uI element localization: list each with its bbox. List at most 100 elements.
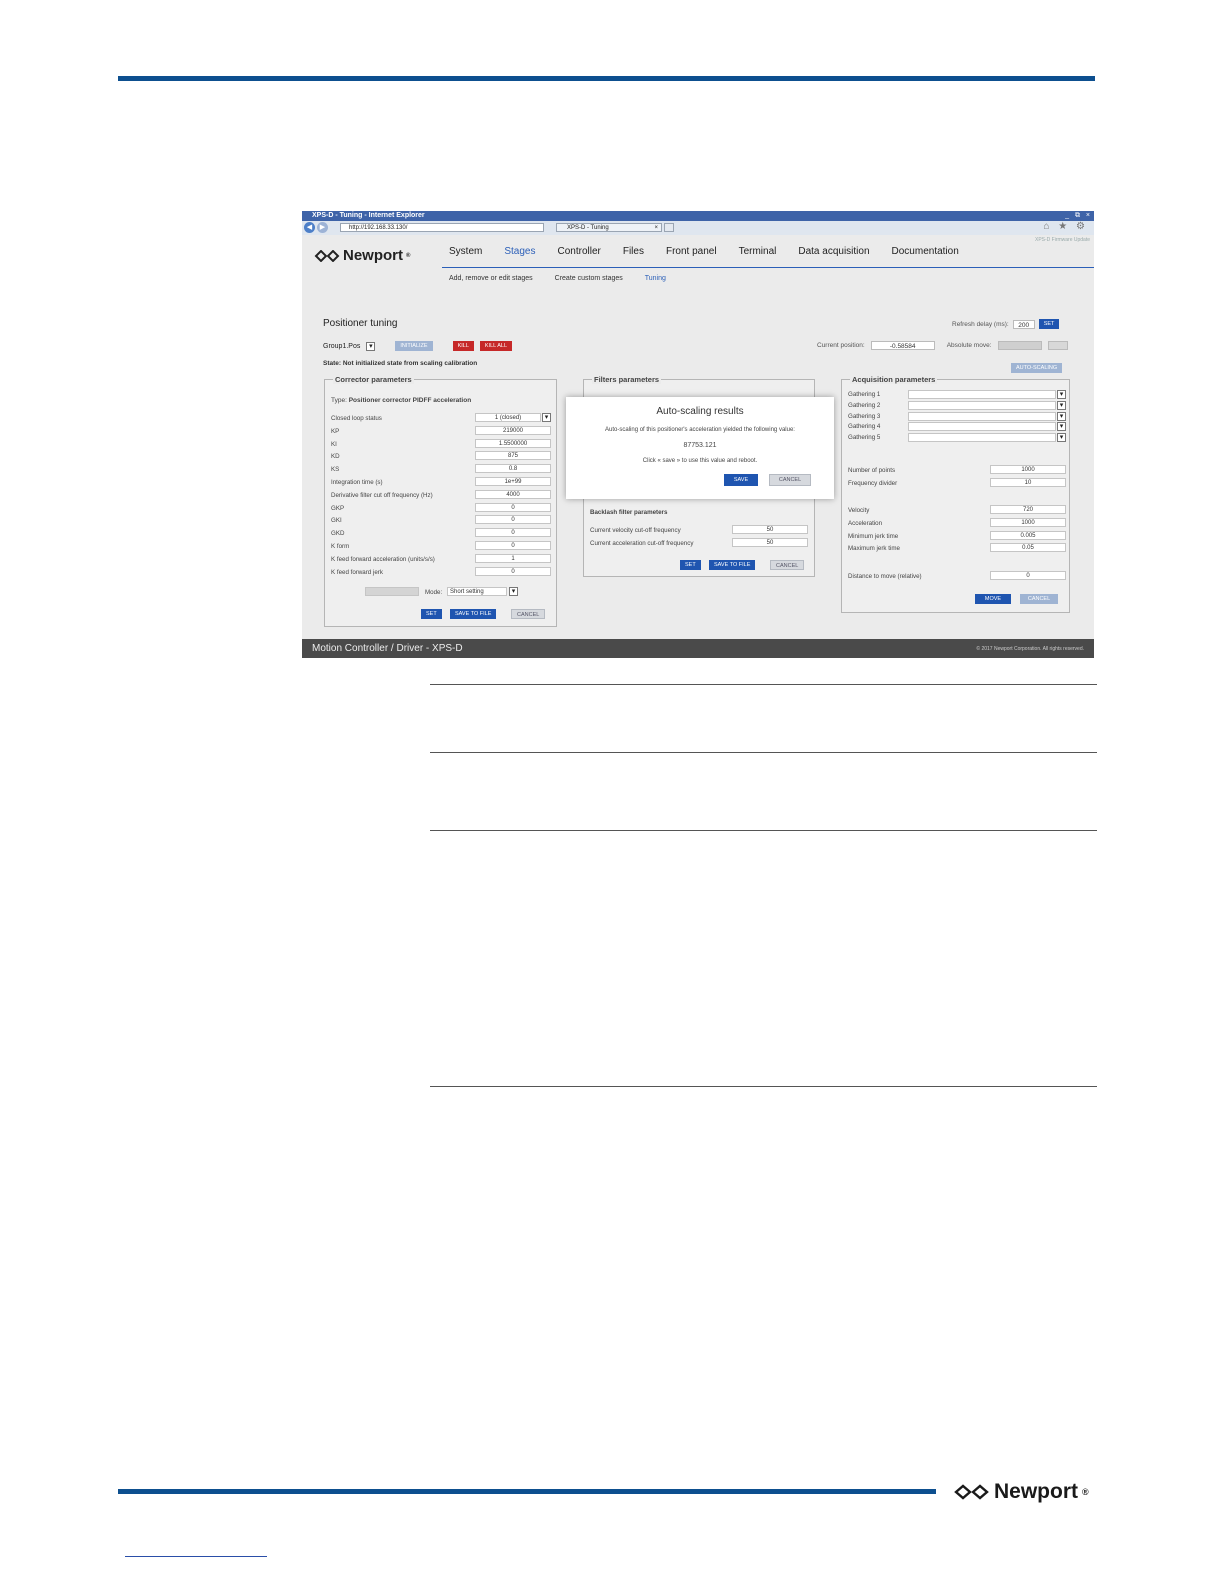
app-header: Newport ® XPS-D Firmware Update System St… xyxy=(302,235,1094,289)
acquisition-row-label: Number of points xyxy=(848,467,896,474)
nav-system[interactable]: System xyxy=(449,246,482,257)
corrector-row-input[interactable]: 4000 xyxy=(475,489,551,499)
tab-close-icon[interactable]: × xyxy=(654,224,658,233)
move-button[interactable]: MOVE xyxy=(975,594,1011,604)
chevron-down-icon[interactable]: ▾ xyxy=(542,413,551,422)
corrector-row-input[interactable]: 0 xyxy=(475,566,551,576)
filters-set-button[interactable]: SET xyxy=(680,560,701,570)
nav-documentation[interactable]: Documentation xyxy=(892,246,959,257)
corrector-row-input[interactable]: 1 xyxy=(475,553,551,563)
acquisition-row-input[interactable]: 720 xyxy=(990,505,1066,514)
corrector-row-input[interactable]: 1 (closed) xyxy=(475,413,541,422)
gathering-select[interactable] xyxy=(908,411,1056,421)
forward-icon[interactable]: ▶ xyxy=(317,222,328,233)
acquisition-row-input[interactable]: 0.05 xyxy=(990,543,1066,553)
gathering-select[interactable] xyxy=(908,400,1056,410)
corrector-row-input[interactable]: 875 xyxy=(475,451,551,461)
window-buttons[interactable]: _ ⧉ × xyxy=(1065,211,1092,221)
gathering-select[interactable] xyxy=(908,422,1056,432)
kill-all-button[interactable]: KILL ALL xyxy=(479,341,513,351)
acquisition-title: Acquisition parameters xyxy=(850,375,938,384)
refresh-input[interactable]: 200 xyxy=(1012,319,1035,329)
gathering-select[interactable] xyxy=(908,390,1056,399)
acquisition-row-input[interactable]: 0.005 xyxy=(990,530,1066,540)
back-icon[interactable]: ◀ xyxy=(304,222,315,233)
dialog-title: Auto-scaling results xyxy=(656,406,744,417)
initialize-button[interactable]: INITIALIZE xyxy=(395,341,433,351)
auto-scaling-button[interactable]: AUTO-SCALING xyxy=(1011,363,1063,373)
acceleration-cutoff-input[interactable]: 50 xyxy=(732,538,808,547)
filters-save-to-file-button[interactable]: SAVE TO FILE xyxy=(709,560,756,570)
nav-terminal[interactable]: Terminal xyxy=(739,246,777,257)
address-bar: ◀ ▶ http://192.168.33.130/ XPS-D - Tunin… xyxy=(302,221,1094,236)
absolute-move-input[interactable] xyxy=(997,341,1042,350)
new-tab-button[interactable] xyxy=(664,223,674,232)
table-rule xyxy=(430,1086,1097,1087)
acquisition-row-input[interactable]: 10 xyxy=(990,477,1066,487)
nav-data-acquisition[interactable]: Data acquisition xyxy=(798,246,869,257)
absolute-move-button[interactable] xyxy=(1047,341,1068,350)
acquisition-row-label: Frequency divider xyxy=(848,479,898,487)
corrector-title: Corrector parameters xyxy=(333,375,414,384)
nav-controller[interactable]: Controller xyxy=(557,246,600,257)
dialog-cancel-button[interactable]: CANCEL xyxy=(769,474,811,486)
gathering-select[interactable] xyxy=(908,433,1056,443)
filters-title: Filters parameters xyxy=(592,375,662,384)
velocity-cutoff-input[interactable]: 50 xyxy=(732,525,808,534)
url-input[interactable]: http://192.168.33.130/ xyxy=(340,223,544,232)
corrector-save-to-file-button[interactable]: SAVE TO FILE xyxy=(450,609,497,619)
dialog-save-button[interactable]: SAVE xyxy=(724,474,758,486)
nav-stages[interactable]: Stages xyxy=(504,246,535,257)
acquisition-cancel-button[interactable]: CANCEL xyxy=(1020,594,1058,604)
brand-logo: Newport ® xyxy=(314,247,410,264)
corrector-row-input[interactable]: 0.8 xyxy=(475,464,551,474)
corrector-row-input[interactable]: 1e+99 xyxy=(475,477,551,486)
browser-tools-icons[interactable]: ⌂ ★ ⚙ xyxy=(1043,221,1088,232)
kill-button[interactable]: KILL xyxy=(452,341,474,351)
brand-name: Newport xyxy=(343,247,403,264)
corrector-row-input[interactable]: 219000 xyxy=(475,425,551,435)
group-select[interactable]: Group1.Pos xyxy=(323,343,360,350)
firmware-link[interactable]: XPS-D Firmware Update xyxy=(1035,237,1090,243)
main-nav: System Stages Controller Files Front pan… xyxy=(449,246,981,257)
distance-label: Distance to move (relative) xyxy=(848,573,922,580)
acceleration-cutoff-label: Current acceleration cut-off frequency xyxy=(590,540,694,547)
chevron-down-icon[interactable]: ▾ xyxy=(366,341,376,351)
refresh-set-button[interactable]: SET xyxy=(1038,319,1060,329)
subnav-tuning[interactable]: Tuning xyxy=(645,275,666,282)
nav-files[interactable]: Files xyxy=(623,246,644,257)
subnav-add-remove-edit[interactable]: Add, remove or edit stages xyxy=(449,275,533,282)
footer-title: Motion Controller / Driver - XPS-D xyxy=(312,643,463,654)
group-row: Group1.Pos ▾ INITIALIZE KILL KILL ALL xyxy=(323,341,513,351)
corrector-cancel-button[interactable]: CANCEL xyxy=(511,609,546,619)
corrector-row-input[interactable]: 1.5500000 xyxy=(475,438,551,448)
current-position-value: -0.58584 xyxy=(870,341,935,350)
corrector-row-label: K feed forward acceleration (units/s/s) xyxy=(331,555,435,563)
mode-select[interactable]: Short setting xyxy=(447,587,507,596)
chevron-down-icon[interactable]: ▾ xyxy=(1057,433,1066,443)
corrector-row-label: GKD xyxy=(331,530,345,538)
corrector-row-input[interactable]: 0 xyxy=(475,502,551,512)
chevron-down-icon[interactable]: ▾ xyxy=(1057,422,1066,432)
corrector-set-button[interactable]: SET xyxy=(421,609,442,619)
corrector-panel: Corrector parameters Type: Positioner co… xyxy=(324,375,557,627)
corrector-row-input[interactable]: 0 xyxy=(475,528,551,538)
corrector-row-input[interactable]: 0 xyxy=(475,515,551,525)
chevron-down-icon[interactable]: ▾ xyxy=(1057,400,1066,410)
page-footer-logo: Newport ® xyxy=(954,1480,1089,1504)
acquisition-row-label: Velocity xyxy=(848,507,870,514)
distance-input[interactable]: 0 xyxy=(990,571,1066,580)
filters-cancel-button[interactable]: CANCEL xyxy=(770,560,805,570)
mode-chevron-down-icon[interactable]: ▾ xyxy=(509,587,518,596)
newport-logo-icon xyxy=(314,249,340,262)
subnav-create-custom[interactable]: Create custom stages xyxy=(555,275,623,282)
acquisition-row-input[interactable]: 1000 xyxy=(990,517,1066,527)
browser-tab[interactable]: XPS-D - Tuning × xyxy=(556,223,662,232)
xps-tuning-screenshot: XPS-D - Tuning - Internet Explorer _ ⧉ ×… xyxy=(302,211,1094,658)
chevron-down-icon[interactable]: ▾ xyxy=(1057,390,1066,399)
chevron-down-icon[interactable]: ▾ xyxy=(1057,411,1066,421)
corrector-row-input[interactable]: 0 xyxy=(475,541,551,550)
nav-front-panel[interactable]: Front panel xyxy=(666,246,717,257)
footer-copyright: © 2017 Newport Corporation. All rights r… xyxy=(976,646,1084,652)
acquisition-row-input[interactable]: 1000 xyxy=(990,465,1066,474)
